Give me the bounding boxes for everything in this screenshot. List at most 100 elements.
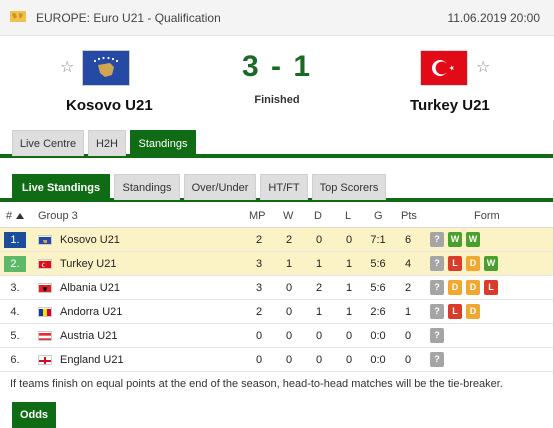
kosovo-flag-icon — [38, 235, 52, 245]
tie-breaker-note: If teams finish on equal points at the e… — [10, 378, 503, 390]
draws: 0 — [315, 330, 323, 342]
wins: 1 — [285, 258, 293, 270]
match-score: 3 - 1 — [241, 50, 313, 83]
kosovo-flag-icon — [82, 50, 130, 86]
table-row[interactable]: 4. Andorra U21 2 0 1 1 2:6 1 ? L D — [0, 300, 554, 324]
match-header-bar: EUROPE: Euro U21 - Qualification 11.06.2… — [0, 0, 554, 36]
rank-badge: 4. — [10, 306, 20, 318]
sort-up-icon[interactable] — [16, 213, 24, 219]
form-draw-badge[interactable]: D — [448, 280, 462, 295]
tab-top-scorers[interactable]: Top Scorers — [312, 174, 386, 200]
matches-played: 2 — [255, 234, 263, 246]
form-header: Form — [474, 210, 500, 222]
standings-table-header: # Group 3 MP W D L G Pts Form — [0, 204, 554, 228]
matches-played: 0 — [255, 354, 263, 366]
home-team-name[interactable]: Kosovo U21 — [66, 97, 153, 114]
form-unknown-badge[interactable]: ? — [430, 232, 444, 247]
points-header[interactable]: Pts — [401, 210, 417, 222]
goals: 2:6 — [370, 306, 386, 318]
mp-header[interactable]: MP — [249, 210, 266, 222]
turkey-flag-icon — [38, 259, 52, 269]
form-win-badge[interactable]: W — [448, 232, 462, 247]
goals: 5:6 — [370, 258, 386, 270]
team-name[interactable]: Andorra U21 — [60, 306, 122, 318]
tab-ht-ft[interactable]: HT/FT — [260, 174, 308, 200]
rank-badge: 5. — [10, 330, 20, 342]
points: 2 — [404, 282, 412, 294]
matches-played: 3 — [255, 258, 263, 270]
match-summary: ☆ Kosovo U21 3 - 1 Finished ☆ Turkey U21 — [0, 36, 554, 120]
favorite-home-star-icon[interactable]: ☆ — [60, 60, 74, 76]
wins-header[interactable]: W — [283, 210, 293, 222]
draws: 1 — [315, 306, 323, 318]
tournament-link[interactable]: EUROPE: Euro U21 - Qualification — [36, 11, 221, 25]
points: 6 — [404, 234, 412, 246]
form-win-badge[interactable]: W — [466, 232, 480, 247]
losses: 0 — [345, 330, 353, 342]
matches-played: 3 — [255, 282, 263, 294]
team-name[interactable]: Albania U21 — [60, 282, 120, 294]
tab-h2h[interactable]: H2H — [88, 130, 126, 156]
match-datetime: 11.06.2019 20:00 — [447, 11, 540, 25]
table-row[interactable]: 1. Kosovo U21 2 2 0 0 7:1 6 ? W W — [0, 228, 554, 252]
table-row[interactable]: 6. England U21 0 0 0 0 0:0 0 ? — [0, 348, 554, 372]
matches-played: 2 — [255, 306, 263, 318]
away-team-name[interactable]: Turkey U21 — [410, 97, 490, 114]
form-unknown-badge[interactable]: ? — [430, 256, 444, 271]
turkey-flag-icon — [420, 50, 468, 86]
team-name[interactable]: Turkey U21 — [60, 258, 116, 270]
form-loss-badge[interactable]: L — [484, 280, 498, 295]
wins: 0 — [285, 330, 293, 342]
rank-badge: 6. — [10, 354, 20, 366]
form-win-badge[interactable]: W — [484, 256, 498, 271]
matches-played: 0 — [255, 330, 263, 342]
tab-standings[interactable]: Standings — [130, 130, 196, 156]
team-name[interactable]: Austria U21 — [60, 330, 117, 342]
team-name[interactable]: Kosovo U21 — [60, 234, 120, 246]
goals: 0:0 — [370, 354, 386, 366]
form-unknown-badge[interactable]: ? — [430, 328, 444, 343]
team-name[interactable]: England U21 — [60, 354, 124, 366]
standings-tabs: Live Standings Standings Over/Under HT/F… — [0, 172, 554, 202]
goals: 7:1 — [370, 234, 386, 246]
form-loss-badge[interactable]: L — [448, 304, 462, 319]
losses: 1 — [345, 258, 353, 270]
draws: 0 — [315, 234, 323, 246]
andorra-flag-icon — [38, 307, 52, 317]
tab-standings-overall[interactable]: Standings — [114, 174, 180, 200]
wins: 0 — [285, 282, 293, 294]
tab-live-standings[interactable]: Live Standings — [12, 174, 110, 200]
favorite-away-star-icon[interactable]: ☆ — [476, 60, 490, 76]
odds-button[interactable]: Odds — [12, 402, 56, 428]
points: 0 — [404, 330, 412, 342]
austria-flag-icon — [38, 331, 52, 341]
draws: 0 — [315, 354, 323, 366]
rank-header[interactable]: # — [6, 210, 12, 222]
form-unknown-badge[interactable]: ? — [430, 352, 444, 367]
draws-header[interactable]: D — [314, 210, 322, 222]
points: 1 — [404, 306, 412, 318]
table-row[interactable]: 2. Turkey U21 3 1 1 1 5:6 4 ? L D W — [0, 252, 554, 276]
match-tabs: Live Centre H2H Standings — [0, 128, 554, 158]
form-unknown-badge[interactable]: ? — [430, 280, 444, 295]
rank-badge: 3. — [10, 282, 20, 294]
form-unknown-badge[interactable]: ? — [430, 304, 444, 319]
form-draw-badge[interactable]: D — [466, 304, 480, 319]
form-draw-badge[interactable]: D — [466, 280, 480, 295]
table-row[interactable]: 3. Albania U21 3 0 2 1 5:6 2 ? D D L — [0, 276, 554, 300]
tab-over-under[interactable]: Over/Under — [184, 174, 256, 200]
table-row[interactable]: 5. Austria U21 0 0 0 0 0:0 0 ? — [0, 324, 554, 348]
rank-badge: 1. — [4, 232, 26, 248]
england-flag-icon — [38, 355, 52, 365]
losses: 1 — [345, 306, 353, 318]
tab-live-centre[interactable]: Live Centre — [12, 130, 84, 156]
draws: 1 — [315, 258, 323, 270]
form-loss-badge[interactable]: L — [448, 256, 462, 271]
form-draw-badge[interactable]: D — [466, 256, 480, 271]
points: 4 — [404, 258, 412, 270]
losses-header[interactable]: L — [345, 210, 351, 222]
goals: 0:0 — [370, 330, 386, 342]
wins: 2 — [285, 234, 293, 246]
goals-header[interactable]: G — [374, 210, 383, 222]
match-status: Finished — [254, 94, 300, 106]
